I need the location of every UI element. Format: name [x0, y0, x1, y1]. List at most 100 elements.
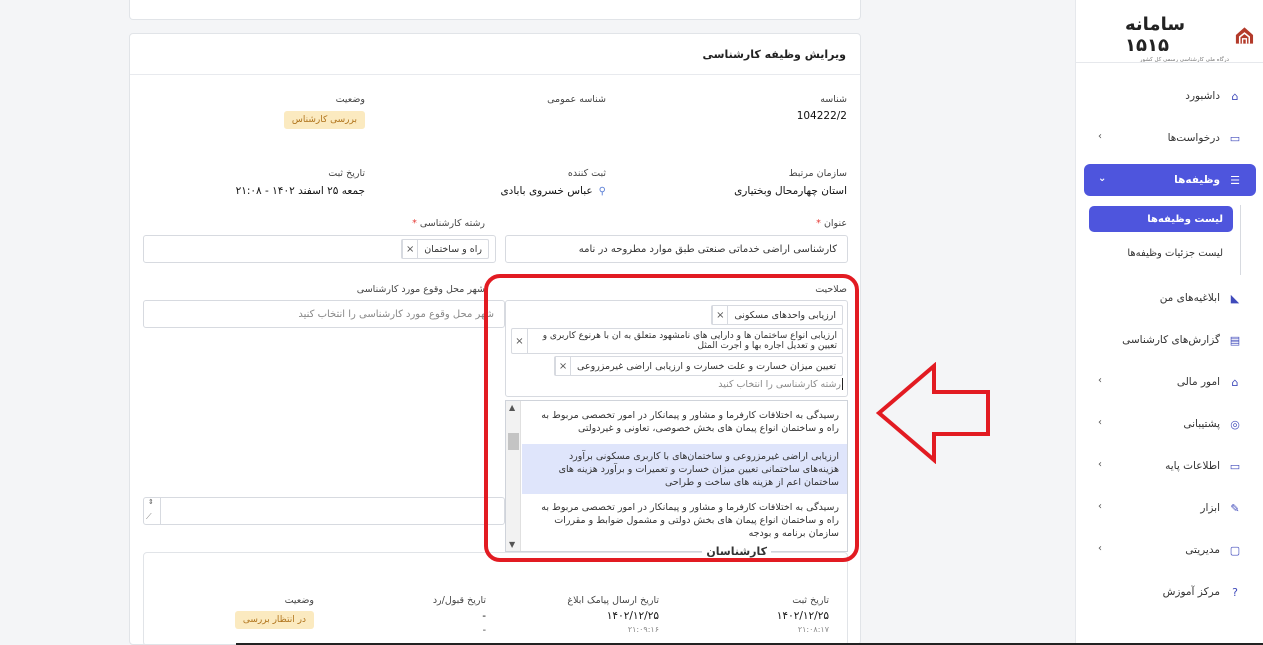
- sidebar-item-label: امور مالی: [1176, 376, 1220, 388]
- chevron-down-icon: ⌄: [1098, 173, 1107, 184]
- tag-label: تعیین میزان خسارت و علت خسارت و ارزیابی …: [577, 360, 836, 372]
- tool-icon: ✎: [1230, 501, 1240, 515]
- chevron-left-icon: ‹: [1098, 417, 1102, 428]
- sidebar-item-label: درخواست‌ها: [1167, 132, 1220, 144]
- scroll-down-icon[interactable]: ▼: [509, 540, 515, 549]
- description-textarea[interactable]: ⇕ ⟋: [143, 497, 505, 525]
- sidebar-item-my-notices[interactable]: ابلاغیه‌های من ◣: [1084, 282, 1256, 314]
- creator-label: ثبت کننده: [567, 168, 606, 179]
- sidebar-item-label: ابزار: [1200, 502, 1220, 514]
- user-icon: ⚲: [598, 185, 606, 197]
- reg-date-value: جمعه ۲۵ اسفند ۱۴۰۲ - ۲۱:۰۸: [235, 185, 365, 197]
- competency-search[interactable]: رشته کارشناسی را انتخاب کنید: [718, 378, 843, 390]
- remove-tag-icon[interactable]: ×: [712, 306, 729, 324]
- sidebar-item-training-center[interactable]: مرکز آموزش ?: [1084, 576, 1256, 608]
- sidebar-item-label: اطلاعات پایه: [1165, 460, 1220, 472]
- chevron-left-icon: ‹: [1098, 131, 1102, 142]
- report-icon: ▤: [1229, 333, 1241, 347]
- remove-tag-icon[interactable]: ×: [402, 240, 419, 258]
- tag-label: ارزیابی انواع ساختمان ها و دارایی های نا…: [542, 331, 837, 351]
- sidebar-subitem-task-list[interactable]: لیست وظیفه‌ها: [1089, 206, 1233, 232]
- experts-section-title: کارشناسان: [702, 545, 771, 558]
- chevron-left-icon: ‹: [1098, 501, 1102, 512]
- expertise-label-text: رشته کارشناسی: [419, 218, 485, 229]
- accept-date-label: تاریخ قبول/رد: [432, 595, 486, 606]
- dropdown-option[interactable]: رسیدگی به اختلافات کارفرما و مشاور و پیم…: [522, 403, 847, 443]
- competency-tag: × ارزیابی واحدهای مسکونی: [711, 305, 843, 325]
- sidebar-item-reports[interactable]: گزارش‌های کارشناسی ▤: [1084, 324, 1256, 356]
- sidebar: سامانه ۱۵۱۵ درگاه ملی کارشناسی رسمی کل ک…: [1075, 0, 1263, 645]
- expertise-field-select[interactable]: × راه و ساختمان: [143, 235, 496, 263]
- competency-tag: × تعیین میزان خسارت و علت خسارت و ارزیاب…: [554, 356, 843, 376]
- creator-value: عباس خسروی بابادی: [500, 185, 593, 197]
- chevron-left-icon: ‹: [1098, 543, 1102, 554]
- remove-tag-icon[interactable]: ×: [512, 329, 528, 353]
- previous-card: [129, 0, 861, 20]
- sidebar-item-requests[interactable]: ‹ درخواست‌ها ▭: [1084, 122, 1256, 154]
- support-icon: ◎: [1230, 417, 1240, 431]
- competency-placeholder: رشته کارشناسی را انتخاب کنید: [718, 378, 841, 390]
- sub-reg-time-value: ۲۱:۰۸:۱۷: [797, 625, 829, 634]
- submenu-line: [1240, 205, 1241, 275]
- sidebar-item-base-info[interactable]: ‹ اطلاعات پایه ▭: [1084, 450, 1256, 482]
- required-marker: *: [816, 218, 821, 229]
- sub-status-label: وضعیت: [284, 595, 314, 606]
- city-label: شهر محل وقوع مورد کارشناسی: [356, 284, 485, 295]
- required-marker: *: [412, 218, 417, 229]
- experts-section: کارشناسان تاریخ ثبت ۱۴۰۲/۱۲/۲۵ ۲۱:۰۸:۱۷ …: [143, 545, 848, 645]
- logo: سامانه ۱۵۱۵ درگاه ملی کارشناسی رسمی کل ک…: [1125, 14, 1255, 63]
- monitor-icon: ▢: [1229, 543, 1241, 557]
- dropdown-scrollbar[interactable]: ▲ ▼: [506, 401, 521, 551]
- title-input[interactable]: کارشناسی اراضی خدماتی صنعتی طبق موارد مط…: [505, 235, 848, 263]
- sms-date-value: ۱۴۰۲/۱۲/۲۵: [606, 610, 659, 622]
- subitem-label: لیست جزئیات وظیفه‌ها: [1127, 247, 1223, 259]
- sub-reg-date-label: تاریخ ثبت: [792, 595, 829, 606]
- city-select[interactable]: شهر محل وقوع مورد کارشناسی را انتخاب کنی…: [143, 300, 505, 328]
- logo-text: سامانه ۱۵۱۵: [1125, 14, 1186, 56]
- sub-reg-date-value: ۱۴۰۲/۱۲/۲۵: [776, 610, 829, 622]
- title-label-text: عنوان: [823, 218, 847, 229]
- sidebar-item-label: ابلاغیه‌های من: [1159, 292, 1220, 304]
- sidebar-subitem-task-details-list[interactable]: لیست جزئیات وظیفه‌ها: [1117, 240, 1233, 266]
- id-value: 104222/2: [796, 110, 847, 122]
- sidebar-item-dashboard[interactable]: داشبورد ⌂: [1084, 80, 1256, 112]
- subitem-label: لیست وظیفه‌ها: [1147, 213, 1223, 225]
- inbox-icon: ▭: [1229, 131, 1241, 145]
- public-id-label: شناسه عمومی: [547, 94, 606, 105]
- title-field-label: * عنوان: [816, 218, 847, 229]
- competency-dropdown[interactable]: ▲ ▼ رسیدگی به اختلافات کارفرما و مشاور و…: [505, 400, 848, 552]
- scroll-up-icon[interactable]: ▲: [509, 403, 515, 412]
- remove-tag-icon[interactable]: ×: [555, 357, 572, 375]
- accept-time-value: -: [482, 625, 486, 636]
- sidebar-item-tools[interactable]: ‹ ابزار ✎: [1084, 492, 1256, 524]
- sidebar-item-support[interactable]: ‹ پشتیبانی ◎: [1084, 408, 1256, 440]
- dropdown-option-highlighted[interactable]: ارزیابی اراضی غیرمزروعی و ساختمان‌های با…: [522, 444, 847, 494]
- annotation-arrow-icon: [876, 362, 990, 464]
- megaphone-icon: ◣: [1230, 291, 1240, 305]
- status-label: وضعیت: [335, 94, 365, 105]
- status-badge: بررسی کارشناس: [283, 111, 365, 129]
- sidebar-item-label: مدیریتی: [1185, 544, 1220, 556]
- resize-handle-icon[interactable]: ⟋: [146, 512, 152, 522]
- chevron-left-icon: ‹: [1098, 375, 1102, 386]
- textarea-divider: [160, 498, 161, 524]
- id-label: شناسه: [820, 94, 847, 105]
- sidebar-item-label: مرکز آموزش: [1162, 586, 1220, 598]
- page-title: ویرایش وظیفه کارشناسی: [702, 48, 846, 61]
- org-value: استان چهارمحال وبختیاری: [734, 185, 847, 197]
- tag-label: ارزیابی واحدهای مسکونی: [734, 309, 836, 321]
- scroll-thumb[interactable]: [508, 433, 519, 450]
- card-divider: [130, 74, 860, 75]
- sidebar-item-tasks[interactable]: ⌄ وظیفه‌ها ☰: [1084, 164, 1256, 196]
- text-cursor: [842, 378, 843, 390]
- competency-tag: × ارزیابی انواع ساختمان ها و دارایی های …: [511, 328, 843, 354]
- sub-status-badge: در انتظار بررسی: [234, 611, 314, 629]
- sidebar-item-management[interactable]: ‹ مدیریتی ▢: [1084, 534, 1256, 566]
- dropdown-option[interactable]: رسیدگی به اختلافات کارفرما و مشاور و پیم…: [522, 495, 847, 551]
- sidebar-item-finance[interactable]: ‹ امور مالی ⌂: [1084, 366, 1256, 398]
- competency-label: صلاحیت: [815, 284, 847, 295]
- org-label: سازمان مرتبط: [788, 168, 847, 179]
- sms-date-label: تاریخ ارسال پیامک ابلاغ: [567, 595, 659, 606]
- competency-multiselect[interactable]: × ارزیابی واحدهای مسکونی × ارزیابی انواع…: [505, 300, 848, 397]
- sidebar-item-label: داشبورد: [1185, 90, 1220, 102]
